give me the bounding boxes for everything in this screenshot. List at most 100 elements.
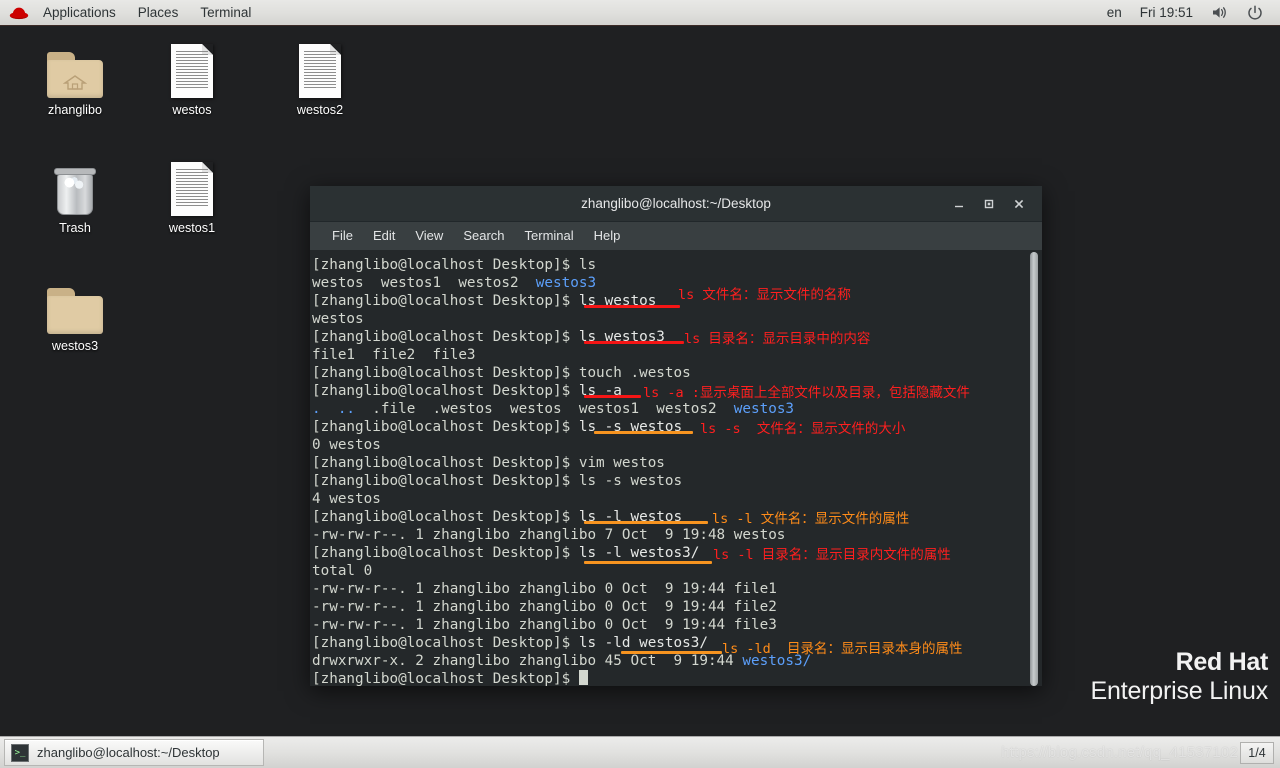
terminal-prompt-line: [zhanglibo@localhost Desktop]$ vim westo… xyxy=(310,454,1042,472)
terminal-menu-terminal[interactable]: Terminal xyxy=(515,222,584,250)
terminal-text-segment: westos xyxy=(312,311,364,327)
terminal-text-segment: -rw-rw-r--. 1 zhanglibo zhanglibo 0 Oct … xyxy=(312,617,777,633)
document-icon xyxy=(137,154,247,216)
shell-command: ls -s westos xyxy=(578,419,683,435)
shell-prompt: [zhanglibo@localhost Desktop]$ xyxy=(312,329,579,345)
terminal-output-line: 0 westos xyxy=(310,436,1042,454)
terminal-text-segment: westos3 xyxy=(535,275,597,291)
desktop-icon-westos[interactable]: westos xyxy=(137,36,247,117)
terminal-output-line: . .. .file .westos westos westos1 westos… xyxy=(310,400,1042,418)
terminal-prompt-line: [zhanglibo@localhost Desktop]$ ls -a xyxy=(310,382,1042,400)
home-folder-icon xyxy=(20,36,130,98)
shell-prompt: [zhanglibo@localhost Desktop]$ xyxy=(312,545,579,561)
document-icon xyxy=(265,36,375,98)
taskbar-window-button[interactable]: >_ zhanglibo@localhost:~/Desktop xyxy=(4,739,264,766)
terminal-menu-help[interactable]: Help xyxy=(584,222,631,250)
terminal-menu-edit[interactable]: Edit xyxy=(363,222,405,250)
shell-command: ls -s westos xyxy=(578,473,683,489)
terminal-cursor xyxy=(578,670,588,685)
terminal-menubar: File Edit View Search Terminal Help xyxy=(310,222,1042,250)
shell-prompt: [zhanglibo@localhost Desktop]$ xyxy=(312,455,579,471)
desktop-icon-zhanglibo[interactable]: zhanglibo xyxy=(20,36,130,117)
close-button[interactable] xyxy=(1004,191,1034,217)
clock[interactable]: Fri 19:51 xyxy=(1131,5,1202,20)
terminal-prompt-line: [zhanglibo@localhost Desktop]$ ls -s wes… xyxy=(310,472,1042,490)
shell-prompt: [zhanglibo@localhost Desktop]$ xyxy=(312,257,579,273)
terminal-body[interactable]: [zhanglibo@localhost Desktop]$ ls westos … xyxy=(310,250,1042,686)
desktop-icon-label: westos xyxy=(172,103,212,117)
volume-icon[interactable] xyxy=(1202,5,1238,20)
desktop-icon-label: westos3 xyxy=(51,339,99,353)
terminal-output-line: total 0 xyxy=(310,562,1042,580)
redhat-logo-icon[interactable] xyxy=(6,0,32,26)
power-icon[interactable] xyxy=(1238,4,1272,21)
terminal-text-segment: file1 file2 file3 xyxy=(312,347,476,363)
shell-command: vim westos xyxy=(578,455,665,471)
minimize-button[interactable] xyxy=(944,191,974,217)
shell-prompt: [zhanglibo@localhost Desktop]$ xyxy=(312,383,579,399)
shell-command: ls -ld westos3/ xyxy=(578,635,708,651)
terminal-output-line: -rw-rw-r--. 1 zhanglibo zhanglibo 7 Oct … xyxy=(310,526,1042,544)
terminal-text-segment: .file .westos westos westos1 westos2 xyxy=(355,401,734,417)
desktop-icon-label: westos1 xyxy=(168,221,216,235)
shell-prompt: [zhanglibo@localhost Desktop]$ xyxy=(312,365,579,381)
terminal-text-segment: drwxrwxr-x. 2 zhanglibo zhanglibo 45 Oct… xyxy=(312,653,743,669)
desktop-icon-westos1[interactable]: westos1 xyxy=(137,154,247,235)
desktop-icon-westos2[interactable]: westos2 xyxy=(265,36,375,117)
terminal-text-segment: westos3 xyxy=(733,401,795,417)
branding-line-2: Enterprise Linux xyxy=(1090,677,1269,705)
terminal-menu-search[interactable]: Search xyxy=(453,222,514,250)
taskbar-window-label: zhanglibo@localhost:~/Desktop xyxy=(37,745,220,760)
desktop-icon-label: zhanglibo xyxy=(48,103,102,117)
shell-command: ls -l westos3/ xyxy=(578,545,700,561)
terminal-text-segment: total 0 xyxy=(312,563,373,579)
terminal-text-segment: -rw-rw-r--. 1 zhanglibo zhanglibo 0 Oct … xyxy=(312,581,777,597)
menu-terminal[interactable]: Terminal xyxy=(189,0,262,25)
desktop-icon-label: Trash xyxy=(59,221,91,235)
shell-command: ls xyxy=(578,257,597,273)
terminal-output-line: -rw-rw-r--. 1 zhanglibo zhanglibo 0 Oct … xyxy=(310,580,1042,598)
language-indicator[interactable]: en xyxy=(1098,5,1131,20)
window-controls xyxy=(944,186,1034,222)
trash-icon xyxy=(20,154,130,216)
terminal-text-segment: .. xyxy=(337,401,356,417)
desktop-icon-trash[interactable]: Trash xyxy=(20,154,130,235)
desktop-screen: Applications Places Terminal en Fri 19:5… xyxy=(0,0,1280,768)
shell-prompt: [zhanglibo@localhost Desktop]$ xyxy=(312,419,579,435)
scrollbar-thumb[interactable] xyxy=(1030,252,1038,686)
system-tray: en Fri 19:51 xyxy=(1098,4,1280,21)
workspace-indicator[interactable]: 1/4 xyxy=(1240,741,1274,764)
terminal-text-segment: westos3/ xyxy=(742,653,812,669)
menu-places[interactable]: Places xyxy=(127,0,190,25)
branding-line-1: Red Hat xyxy=(1175,648,1269,676)
terminal-text-segment: -rw-rw-r--. 1 zhanglibo zhanglibo 0 Oct … xyxy=(312,599,777,615)
terminal-window[interactable]: zhanglibo@localhost:~/Desktop File Edit … xyxy=(310,186,1042,686)
terminal-prompt-line: [zhanglibo@localhost Desktop]$ xyxy=(310,670,1042,686)
terminal-prompt-line: [zhanglibo@localhost Desktop]$ ls -s wes… xyxy=(310,418,1042,436)
terminal-menu-view[interactable]: View xyxy=(405,222,453,250)
document-icon xyxy=(137,36,247,98)
terminal-text-segment: 4 westos xyxy=(312,491,381,507)
terminal-prompt-line: [zhanglibo@localhost Desktop]$ ls xyxy=(310,256,1042,274)
terminal-text-segment: . xyxy=(312,401,321,417)
terminal-titlebar[interactable]: zhanglibo@localhost:~/Desktop xyxy=(310,186,1042,222)
shell-prompt: [zhanglibo@localhost Desktop]$ xyxy=(312,671,579,686)
terminal-text-segment: 0 westos xyxy=(312,437,381,453)
terminal-prompt-line: [zhanglibo@localhost Desktop]$ ls -ld we… xyxy=(310,634,1042,652)
terminal-prompt-line: [zhanglibo@localhost Desktop]$ touch .we… xyxy=(310,364,1042,382)
desktop-icon-westos3[interactable]: westos3 xyxy=(20,272,130,353)
maximize-button[interactable] xyxy=(974,191,1004,217)
terminal-prompt-line: [zhanglibo@localhost Desktop]$ ls westos xyxy=(310,292,1042,310)
terminal-scrollbar[interactable] xyxy=(1028,252,1040,686)
terminal-menu-file[interactable]: File xyxy=(322,222,363,250)
terminal-text-segment: westos westos1 westos2 xyxy=(312,275,536,291)
terminal-output-line: file1 file2 file3 xyxy=(310,346,1042,364)
watermark-text: https://blog.csdn.net/qq_41537102 xyxy=(1001,744,1238,761)
terminal-title: zhanglibo@localhost:~/Desktop xyxy=(581,196,771,211)
desktop-icon-label: westos2 xyxy=(296,103,344,117)
terminal-text-segment: -rw-rw-r--. 1 zhanglibo zhanglibo 7 Oct … xyxy=(312,527,786,543)
top-panel: Applications Places Terminal en Fri 19:5… xyxy=(0,0,1280,26)
shell-prompt: [zhanglibo@localhost Desktop]$ xyxy=(312,473,579,489)
menu-applications[interactable]: Applications xyxy=(32,0,127,25)
